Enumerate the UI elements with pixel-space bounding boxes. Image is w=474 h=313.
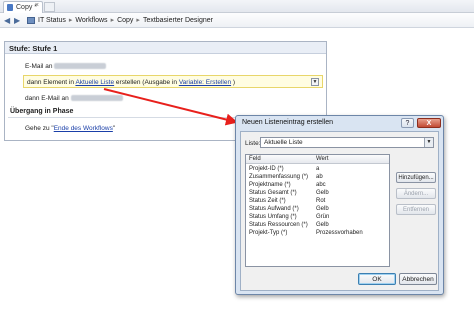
action-text: dann Element in xyxy=(27,79,74,86)
field-name: Projekt-Typ (*) xyxy=(249,230,288,236)
breadcrumb: IT Status ▸ Workflows ▸ Copy ▸ Textbasierter D… xyxy=(38,16,213,24)
table-row[interactable]: Status Zeit (*) Rot xyxy=(246,198,389,206)
field-name: Zusammenfassung (*) xyxy=(249,174,309,180)
breadcrumb-bar: ◀ ▶ IT Status ▸ Workflows ▸ Copy ▸ Textbasiert… xyxy=(0,13,474,28)
table-row[interactable]: Status Umfang (*) Grün xyxy=(246,214,389,222)
breadcrumb-separator: ▸ xyxy=(110,17,115,24)
field-value: Gelb xyxy=(316,222,329,228)
goto-label: Gehe zu xyxy=(25,125,50,132)
table-row[interactable]: Projekt-Typ (*) Prozessvorhaben xyxy=(246,230,389,238)
dialog-body: Liste: Aktuelle Liste ▼ Feld Wert Projek… xyxy=(240,131,439,291)
variable-link[interactable]: Variable: Erstellen xyxy=(179,79,231,86)
action-menu-dropdown[interactable]: ▼ xyxy=(311,78,319,86)
forward-icon[interactable]: ▶ xyxy=(14,16,20,25)
workflow-end-link[interactable]: Ende des Workflows xyxy=(54,125,113,132)
action-text: ) xyxy=(232,79,236,86)
field-value: Rot xyxy=(316,198,326,204)
field-value: Prozessvorhaben xyxy=(316,230,363,236)
new-tab-button[interactable] xyxy=(44,2,55,12)
action-text: erstellen (Ausgabe in xyxy=(115,79,177,86)
field-value: Gelb xyxy=(316,190,329,196)
email-action-label: dann E-Mail an xyxy=(25,95,69,102)
chevron-down-icon: ▼ xyxy=(424,138,433,147)
table-row[interactable]: Projekt-ID (*) a xyxy=(246,166,389,174)
breadcrumb-separator: ▸ xyxy=(136,17,140,24)
table-row[interactable]: Status Ressourcen (*) Gelb xyxy=(246,222,389,230)
close-tab-icon[interactable]: × xyxy=(35,2,39,9)
quote: " xyxy=(112,125,116,132)
list-link[interactable]: Aktuelle Liste xyxy=(75,79,114,86)
back-icon[interactable]: ◀ xyxy=(4,16,10,25)
breadcrumb-item[interactable]: IT Status xyxy=(38,17,66,24)
list-label: Liste: xyxy=(245,140,261,147)
email-action-label: E-Mail an xyxy=(25,63,53,70)
breadcrumb-item[interactable]: Copy xyxy=(117,17,133,24)
column-header-feld[interactable]: Feld xyxy=(249,156,261,162)
field-value: abc xyxy=(316,182,326,188)
close-button[interactable]: X xyxy=(417,118,441,128)
breadcrumb-separator: ▸ xyxy=(68,17,73,24)
transition-title: Übergang in Phase xyxy=(10,108,74,115)
dialog-title: Neuen Listeneintrag erstellen xyxy=(242,119,334,126)
tab-copy[interactable]: Copy * × xyxy=(3,1,43,13)
redacted-recipient xyxy=(70,95,123,102)
edit-button[interactable]: Ändern... xyxy=(396,188,436,199)
cancel-button[interactable]: Abbrechen xyxy=(399,273,437,285)
new-list-item-dialog: Neuen Listeneintrag erstellen ? X Liste:… xyxy=(235,115,444,295)
table-row[interactable]: Projektname (*) abc xyxy=(246,182,389,190)
table-row[interactable]: Status Aufwand (*) Gelb xyxy=(246,206,389,214)
field-name: Status Umfang (*) xyxy=(249,214,297,220)
table-header: Feld Wert xyxy=(246,155,389,164)
remove-button[interactable]: Entfernen xyxy=(396,204,436,215)
field-name: Status Gesamt (*) xyxy=(249,190,297,196)
table-row[interactable]: Status Gesamt (*) Gelb xyxy=(246,190,389,198)
tab-bar: Copy * × xyxy=(0,0,474,13)
field-value: a xyxy=(316,166,320,172)
field-value: Gelb xyxy=(316,206,329,212)
field-name: Status Zeit (*) xyxy=(249,198,286,204)
add-button[interactable]: Hinzufügen... xyxy=(396,172,436,183)
create-item-action-row[interactable]: dann Element in Aktuelle Liste erstellen… xyxy=(23,75,323,88)
field-name: Status Aufwand (*) xyxy=(249,206,299,212)
site-icon xyxy=(27,17,35,24)
email-action-row-2[interactable]: dann E-Mail an xyxy=(25,95,123,102)
field-value-table: Feld Wert Projekt-ID (*) a Zusammenfassun… xyxy=(245,154,390,267)
document-icon xyxy=(7,4,13,11)
tab-label: Copy * xyxy=(16,4,38,11)
list-select[interactable]: Aktuelle Liste ▼ xyxy=(260,137,434,148)
field-name: Projektname (*) xyxy=(249,182,291,188)
breadcrumb-item[interactable]: Textbasierter Designer xyxy=(143,17,213,24)
redacted-recipient xyxy=(54,63,107,70)
column-header-wert[interactable]: Wert xyxy=(316,156,329,162)
list-select-value: Aktuelle Liste xyxy=(264,139,303,146)
ok-button[interactable]: OK xyxy=(358,273,396,285)
email-action-row[interactable]: E-Mail an xyxy=(25,63,107,70)
field-value: ab xyxy=(316,174,323,180)
stage-title: Stufe: Stufe 1 xyxy=(5,42,326,54)
breadcrumb-item[interactable]: Workflows xyxy=(75,17,107,24)
table-row[interactable]: Zusammenfassung (*) ab xyxy=(246,174,389,182)
field-value: Grün xyxy=(316,214,330,220)
field-name: Status Ressourcen (*) xyxy=(249,222,308,228)
field-name: Projekt-ID (*) xyxy=(249,166,284,172)
goto-row[interactable]: Gehe zu "Ende des Workflows" xyxy=(25,125,115,132)
help-button[interactable]: ? xyxy=(401,118,414,128)
